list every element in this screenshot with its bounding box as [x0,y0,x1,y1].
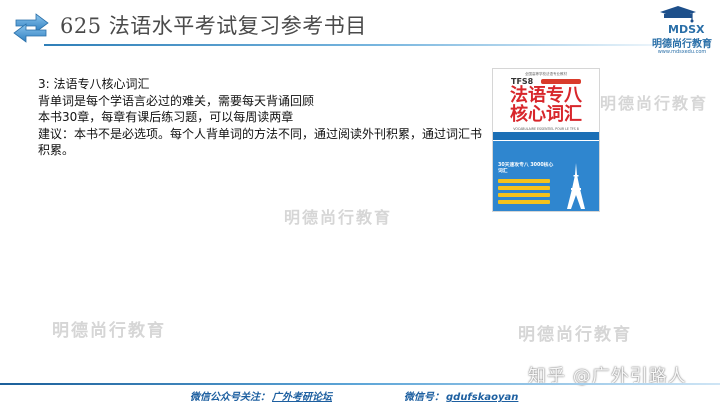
book-tag [498,186,550,190]
swap-arrows-icon[interactable] [10,10,52,44]
book-heading: 3: 法语专八核心词汇 [38,77,150,91]
wechat-id-link[interactable]: gdufskaoyan [446,392,518,403]
book-title-line: 法语专八 [510,85,582,106]
eiffel-tower-icon [567,163,585,209]
brand-watermark: 明德尚行教育 [600,94,709,113]
slide-header: 625 法语水平考试复习参考书目 [0,0,720,48]
book-tag [498,200,550,204]
book-blurb: 30天速攻专八 3000核心词汇 [498,163,554,174]
wechat-id-label: 微信号： [404,392,444,403]
book-tag [498,193,550,197]
book-publisher: 全国高等学校法语专业教材 [525,72,567,76]
page-title: 625 法语水平考试复习参考书目 [60,14,367,38]
slide-footer: 微信公众号关注： 广外考研论坛 微信号： gdufskaoyan [0,386,720,404]
body-line: 背单词是每个学语言必过的难关，需要每天背诵回顾 [38,93,315,108]
slide-body: 3: 法语专八核心词汇 背单词是每个学语言必过的难关，需要每天背诵回顾 本书30… [38,76,488,159]
logo-url: www.mdsxedu.com [657,49,707,55]
footer-divider [0,383,720,385]
body-line: 建议：本书不是必选项。每个人背单词的方法不同，通过阅读外刊积累，通过词汇书积累。 [38,126,483,158]
book-title: 法语专八 核心词汇 [493,86,599,124]
wechat-public-link[interactable]: 广外考研论坛 [272,392,332,403]
wechat-public-account: 微信公众号关注： 广外考研论坛 [190,388,332,403]
book-color-band [493,132,599,140]
wechat-id: 微信号： gdufskaoyan [404,388,518,403]
book-tag [498,179,550,183]
title-divider [44,44,654,46]
book-tag-list [498,179,550,207]
brand-watermark: 明德尚行教育 [518,325,632,345]
brand-watermark: 明德尚行教育 [284,208,393,227]
book-title-line: 核心词汇 [510,104,582,125]
brand-watermark: 明德尚行教育 [52,321,166,341]
book-subtitle: VOCABULAIRE ESSENTIEL POUR LE TFS 8 [513,127,579,131]
wechat-public-label: 微信公众号关注： [190,392,270,403]
logo-name: 明德尚行教育 [652,39,712,50]
body-line: 本书30章，每章有课后练习题，可以每周读两章 [38,110,294,124]
book-cover-image: 全国高等学校法语专业教材 TFS8 法语专八 核心词汇 VOCABULAIRE … [492,68,600,212]
book-series-band [541,79,581,84]
